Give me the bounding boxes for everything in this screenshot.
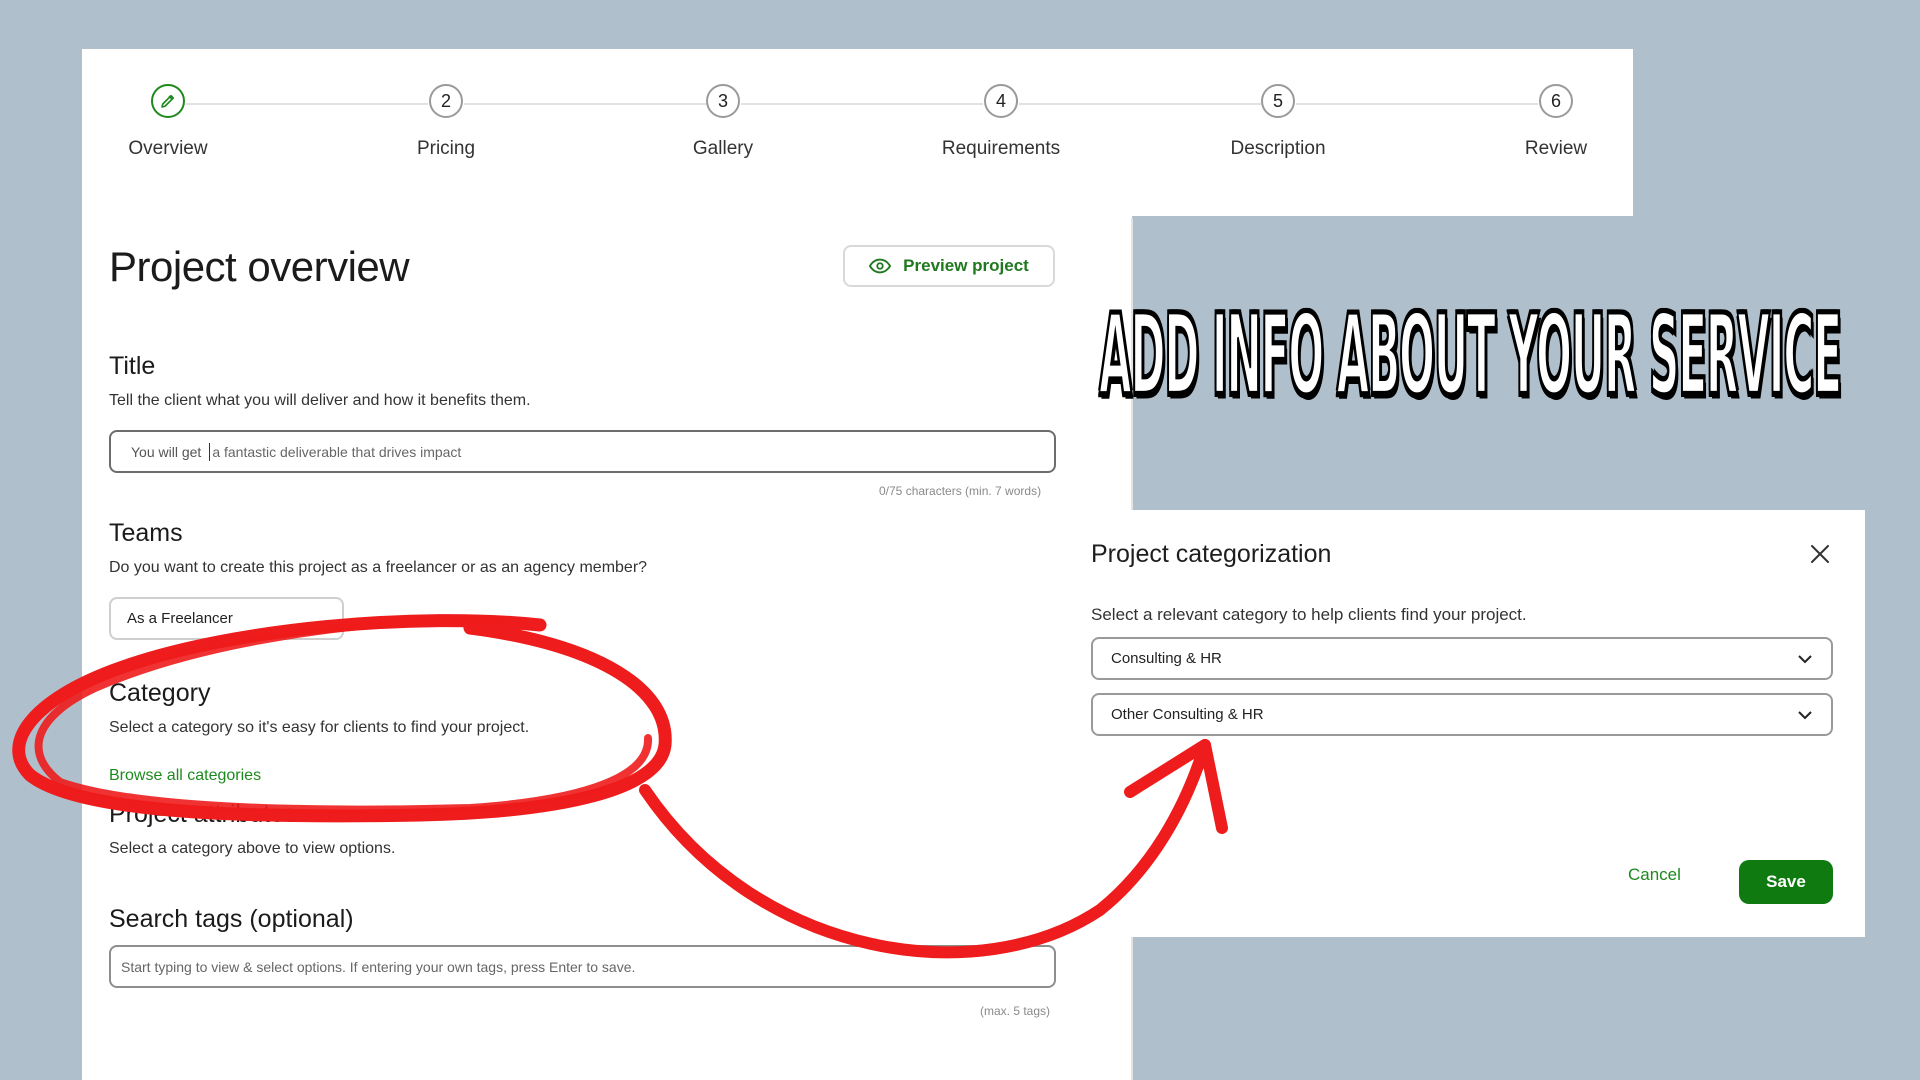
step-label: Pricing: [416, 138, 476, 159]
pencil-icon: [161, 94, 175, 108]
search-tags-heading: Search tags (optional): [109, 905, 354, 933]
teams-heading: Teams: [109, 519, 183, 547]
browse-categories-link[interactable]: Browse all categories: [109, 767, 261, 785]
title-prefix: You will get: [131, 443, 202, 460]
eye-icon: [869, 258, 892, 274]
step-pricing[interactable]: 2 Pricing: [346, 84, 546, 160]
title-char-counter: 0/75 characters (min. 7 words): [879, 484, 1042, 498]
teams-description: Do you want to create this project as a …: [109, 559, 648, 576]
dialog-title: Project categorization: [1091, 540, 1332, 568]
preview-project-button[interactable]: Preview project: [843, 245, 1055, 287]
step-label: Description: [1230, 138, 1326, 159]
step-label: Overview: [128, 138, 208, 159]
category-heading: Category: [109, 679, 211, 707]
step-requirements[interactable]: 4 Requirements: [901, 84, 1101, 160]
step-circle: [151, 84, 185, 118]
search-tags-input[interactable]: Start typing to view & select options. I…: [109, 945, 1056, 988]
category-dropdown[interactable]: Consulting & HR: [1091, 637, 1833, 680]
save-button[interactable]: Save: [1739, 860, 1833, 904]
chevron-down-icon: [1798, 654, 1812, 663]
step-description[interactable]: 5 Description: [1178, 84, 1378, 160]
category-description: Select a category so it's easy for clien…: [109, 719, 530, 736]
step-number: 2: [429, 84, 463, 118]
step-review[interactable]: 6 Review: [1456, 84, 1656, 160]
dialog-description: Select a relevant category to help clien…: [1091, 605, 1527, 624]
search-tags-hint: (max. 5 tags): [980, 1004, 1051, 1018]
step-number: 3: [706, 84, 740, 118]
cancel-button[interactable]: Cancel: [1628, 865, 1681, 885]
preview-project-label: Preview project: [903, 256, 1029, 275]
teams-select[interactable]: As a Freelancer: [109, 597, 344, 640]
teams-selected-value: As a Freelancer: [127, 610, 233, 627]
step-label: Gallery: [692, 138, 754, 159]
chevron-down-icon: [1798, 710, 1812, 719]
headline-overlay: ADD INFO ABOUT YOUR SERVICE: [1075, 286, 1865, 426]
page-title: Project overview: [109, 243, 410, 290]
subcategory-dropdown-value: Other Consulting & HR: [1111, 706, 1264, 723]
title-description: Tell the client what you will deliver an…: [109, 392, 531, 409]
close-icon[interactable]: [1808, 542, 1832, 566]
text-caret: [209, 442, 211, 461]
step-gallery[interactable]: 3 Gallery: [623, 84, 823, 160]
step-label: Review: [1524, 138, 1588, 159]
step-number: 4: [984, 84, 1018, 118]
search-tags-placeholder: Start typing to view & select options. I…: [121, 958, 636, 975]
step-label: Requirements: [941, 138, 1061, 159]
attributes-description: Select a category above to view options.: [109, 840, 396, 857]
title-placeholder: a fantastic deliverable that drives impa…: [212, 443, 462, 460]
step-number: 5: [1261, 84, 1295, 118]
step-overview[interactable]: Overview: [68, 84, 268, 160]
title-heading: Title: [109, 352, 156, 380]
category-dropdown-value: Consulting & HR: [1111, 650, 1222, 667]
step-number: 6: [1539, 84, 1573, 118]
subcategory-dropdown[interactable]: Other Consulting & HR: [1091, 693, 1833, 736]
headline-text: ADD INFO ABOUT YOUR SERVICE: [1098, 290, 1843, 422]
attributes-heading: Project attributes: [109, 800, 297, 828]
title-input[interactable]: You will get a fantastic deliverable tha…: [109, 430, 1056, 473]
